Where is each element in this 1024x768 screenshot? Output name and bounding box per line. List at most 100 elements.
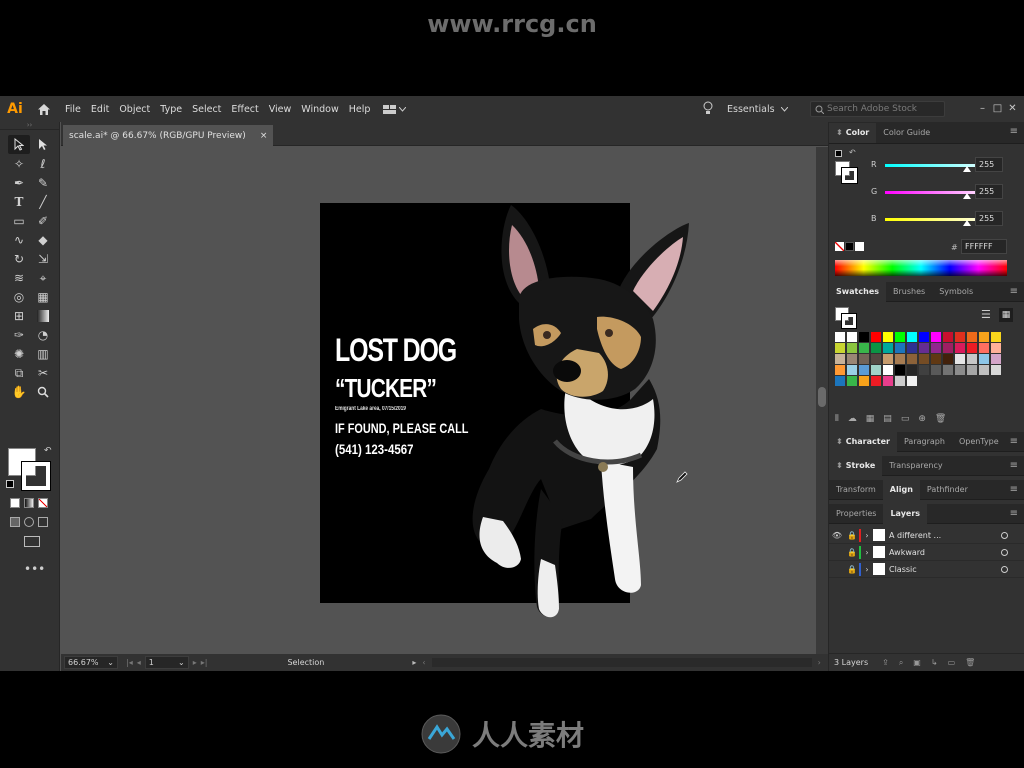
tab-stroke[interactable]: ⬍ Stroke <box>829 455 883 476</box>
tab-transform[interactable]: Transform <box>829 480 883 500</box>
more-tools-icon[interactable]: ••• <box>24 562 45 576</box>
chip-none[interactable] <box>835 242 844 251</box>
canvas[interactable]: LOST DOG “TUCKER” Emigrant Lake area, 07… <box>61 147 816 654</box>
swatch-chip[interactable] <box>991 354 1001 364</box>
maximize-button[interactable]: □ <box>990 100 1005 116</box>
swatch-chip[interactable] <box>919 343 929 353</box>
delete-swatch-icon[interactable]: 🗑 <box>935 414 946 424</box>
line-tool-icon[interactable]: ╱ <box>32 192 54 211</box>
column-graph-tool-icon[interactable]: ▥ <box>32 344 54 363</box>
slider-b-value[interactable]: 255 <box>975 211 1003 226</box>
draw-inside-icon[interactable] <box>38 517 48 527</box>
swatch-chip[interactable] <box>955 343 965 353</box>
document-tab-close[interactable]: × <box>260 131 268 141</box>
layer-name[interactable]: A different ... <box>889 531 941 540</box>
rotate-tool-icon[interactable]: ↻ <box>8 249 30 268</box>
expand-arrow-icon[interactable]: › <box>861 565 873 574</box>
home-icon[interactable] <box>34 99 54 119</box>
magic-wand-tool-icon[interactable]: ✧ <box>8 154 30 173</box>
poster-headline[interactable]: LOST DOG <box>335 332 457 369</box>
panel-menu-icon[interactable]: ≡ <box>1010 508 1018 519</box>
lock-icon[interactable]: 🔒 <box>845 548 859 557</box>
search-stock-field[interactable]: Search Adobe Stock <box>810 101 945 117</box>
tab-brushes[interactable]: Brushes <box>886 282 932 302</box>
swatch-chip[interactable] <box>895 365 905 375</box>
tab-symbols[interactable]: Symbols <box>932 282 980 302</box>
last-artboard-icon[interactable]: ▸| <box>201 658 208 667</box>
swatch-chip[interactable] <box>883 376 893 386</box>
color-spectrum[interactable] <box>835 260 1007 276</box>
artboard-tool-icon[interactable]: ⧉ <box>8 363 30 382</box>
export-layer-icon[interactable]: ⇪ <box>882 658 889 668</box>
swatch-chip[interactable] <box>847 365 857 375</box>
slider-g-handle[interactable] <box>963 193 971 199</box>
tab-color-guide[interactable]: Color Guide <box>876 123 937 143</box>
clipping-mask-icon[interactable]: ▣ <box>913 658 921 668</box>
swatch-chip[interactable] <box>943 332 953 342</box>
chip-black[interactable] <box>845 242 854 251</box>
swatch-chip[interactable] <box>931 332 941 342</box>
type-tool-icon[interactable]: T <box>8 192 30 211</box>
prev-artboard-icon[interactable]: ◂ <box>137 658 141 667</box>
menu-view[interactable]: View <box>264 104 297 115</box>
paintbrush-tool-icon[interactable]: ✐ <box>32 211 54 230</box>
curvature-tool-icon[interactable]: ✎ <box>32 173 54 192</box>
swatch-chip[interactable] <box>871 354 881 364</box>
swap-fill-stroke-icon[interactable]: ↶ <box>44 446 52 456</box>
lasso-tool-icon[interactable]: ℓ <box>32 154 54 173</box>
slider-r[interactable]: R 255 <box>829 152 1024 178</box>
swatch-chip[interactable] <box>895 376 905 386</box>
tab-pathfinder[interactable]: Pathfinder <box>920 480 975 500</box>
slider-b[interactable]: B 255 <box>829 206 1024 232</box>
slice-tool-icon[interactable]: ✂ <box>32 363 54 382</box>
swatch-chip[interactable] <box>907 376 917 386</box>
color-mode-icon[interactable] <box>10 498 20 508</box>
menu-effect[interactable]: Effect <box>226 104 263 115</box>
eyedropper-tool-icon[interactable]: ✑ <box>8 325 30 344</box>
menu-file[interactable]: File <box>60 104 86 115</box>
grid-view-icon[interactable]: ▦ <box>999 308 1013 322</box>
slider-g[interactable]: G 255 <box>829 179 1024 205</box>
selection-tool-icon[interactable] <box>8 135 30 154</box>
swatch-chip[interactable] <box>883 343 893 353</box>
rectangle-tool-icon[interactable]: ▭ <box>8 211 30 230</box>
swatch-chip[interactable] <box>979 332 989 342</box>
chip-white[interactable] <box>855 242 864 251</box>
layer-name[interactable]: Awkward <box>889 548 925 557</box>
eye-icon[interactable]: 👁 <box>829 531 845 540</box>
panel-menu-icon[interactable]: ≡ <box>1010 460 1018 471</box>
swatch-chip[interactable] <box>847 343 857 353</box>
swatch-chip[interactable] <box>835 354 845 364</box>
tab-paragraph[interactable]: Paragraph <box>897 432 952 452</box>
swatch-chip[interactable] <box>979 354 989 364</box>
swatch-chip[interactable] <box>871 376 881 386</box>
hscroll-right-icon[interactable]: › <box>818 658 821 667</box>
layer-row[interactable]: 👁 🔒 › A different ... <box>829 527 1024 544</box>
swatch-fill-stroke[interactable] <box>835 307 857 329</box>
panel-menu-icon[interactable]: ≡ <box>1010 484 1018 495</box>
gradient-mode-icon[interactable] <box>24 498 34 508</box>
lock-icon[interactable]: 🔒 <box>845 531 859 540</box>
show-kinds-icon[interactable]: ▦ <box>866 414 875 424</box>
swatch-chip[interactable] <box>871 332 881 342</box>
swatch-chip[interactable] <box>895 332 905 342</box>
next-artboard-icon[interactable]: ▸ <box>193 658 197 667</box>
vertical-scrollbar[interactable] <box>816 147 828 654</box>
swatch-chip[interactable] <box>835 376 845 386</box>
first-artboard-icon[interactable]: |◂ <box>126 658 133 667</box>
tab-align[interactable]: Align <box>882 479 920 500</box>
new-color-group-icon[interactable]: ▭ <box>901 414 910 424</box>
swatch-chip[interactable] <box>991 365 1001 375</box>
swatch-libraries-icon[interactable]: ⫴ <box>835 414 839 424</box>
swatch-chip[interactable] <box>931 365 941 375</box>
scale-tool-icon[interactable]: ⇲ <box>32 249 54 268</box>
swatch-chip[interactable] <box>967 365 977 375</box>
swatch-chip[interactable] <box>943 354 953 364</box>
hscroll-left-icon[interactable]: ‹ <box>422 658 425 667</box>
swatch-chip[interactable] <box>991 343 1001 353</box>
swatch-chip[interactable] <box>883 354 893 364</box>
swatch-chip[interactable] <box>871 365 881 375</box>
swatch-chip[interactable] <box>859 365 869 375</box>
swatch-chip[interactable] <box>919 354 929 364</box>
swatch-chip[interactable] <box>967 332 977 342</box>
